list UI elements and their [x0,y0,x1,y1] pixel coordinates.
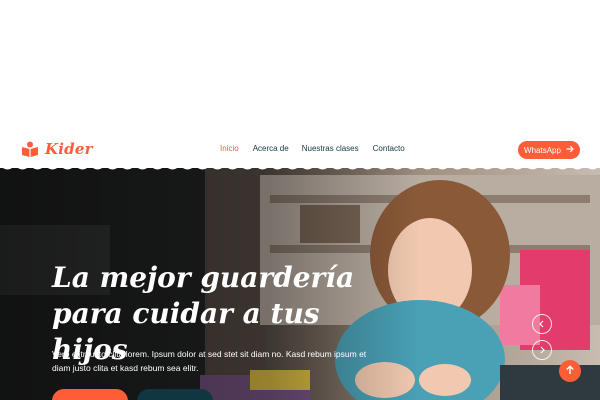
brand-name: Kider [45,140,93,158]
hero-secondary-button[interactable] [137,389,213,400]
arrow-right-icon [566,145,574,155]
navbar: Kider Inicio Acerca de Nuestras clases C… [0,130,600,168]
carousel-next-button[interactable] [532,340,552,360]
nav-item-contacto[interactable]: Contacto [373,144,405,153]
nav-menu: Inicio Acerca de Nuestras clases Contact… [220,144,419,153]
nav-item-acerca-de[interactable]: Acerca de [253,144,289,153]
chevron-left-icon [538,315,546,333]
nav-item-inicio[interactable]: Inicio [220,144,239,153]
book-icon [21,141,39,157]
arrow-up-icon [565,362,575,380]
chevron-right-icon [538,341,546,359]
back-to-top-button[interactable] [559,360,581,382]
carousel-prev-button[interactable] [532,314,552,334]
whatsapp-button-label: WhatsApp [524,145,561,155]
whatsapp-button[interactable]: WhatsApp [518,141,580,159]
hero-primary-button[interactable] [52,389,128,400]
brand-link[interactable]: Kider [21,140,93,158]
nav-item-nuestras-clases[interactable]: Nuestras clases [302,144,359,153]
hero-text: Vero elitr justo clita lorem. Ipsum dolo… [52,349,367,373]
hero-carousel: La mejor guardería para cuidar a tus hij… [0,165,600,400]
